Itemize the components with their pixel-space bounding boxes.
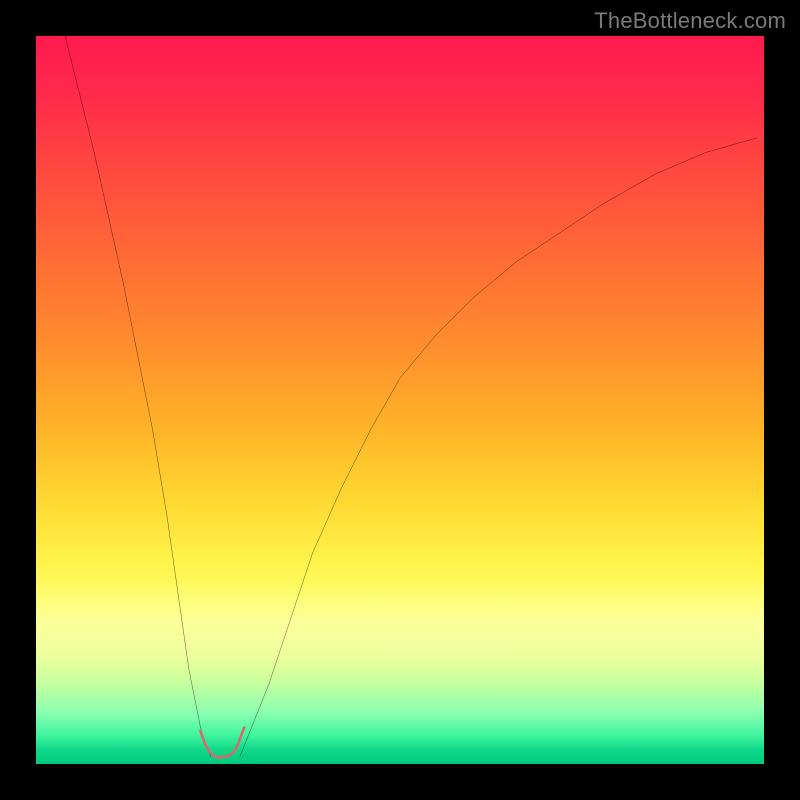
chart-frame: TheBottleneck.com (0, 0, 800, 800)
curve-left-branch (65, 36, 211, 757)
u-marker (201, 728, 245, 758)
plot-area (36, 36, 764, 764)
attribution-text: TheBottleneck.com (594, 8, 786, 34)
bottleneck-curve (36, 36, 764, 764)
curve-right-branch (240, 138, 757, 757)
